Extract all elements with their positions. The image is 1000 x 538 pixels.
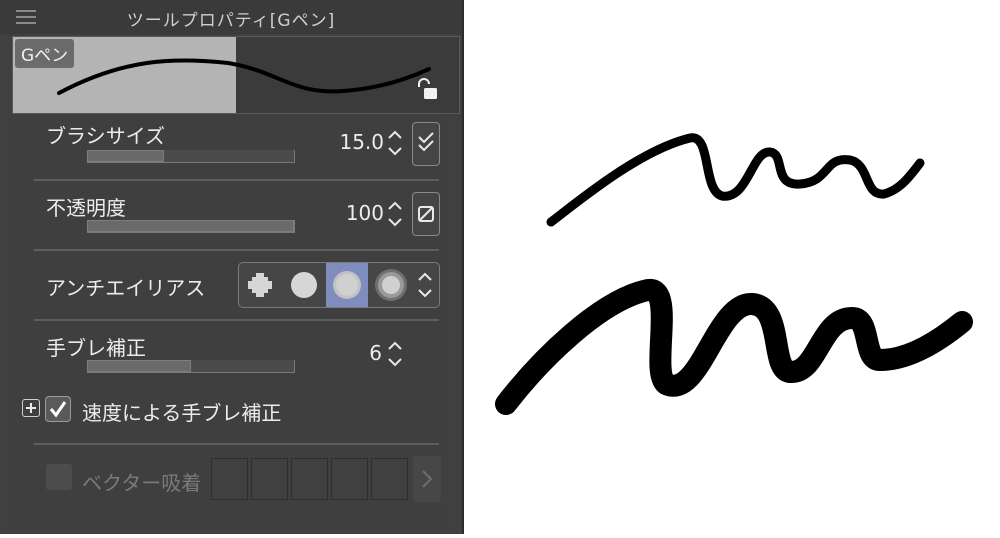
- thick-stroke: [495, 279, 973, 415]
- opacity-label: 不透明度: [46, 196, 126, 220]
- preview-stroke: [57, 58, 431, 95]
- brush-preview: Gペン: [12, 36, 460, 114]
- preview-tool-label: Gペン: [15, 39, 75, 68]
- panel-title: ツールプロパティ[Gペン]: [126, 11, 336, 31]
- drawing-canvas[interactable]: [464, 0, 1000, 534]
- panel-titlebar: ツールプロパティ[Gペン]: [0, 0, 462, 34]
- stabilization-value[interactable]: 6: [330, 341, 382, 365]
- antialias-strong-option[interactable]: [370, 263, 412, 307]
- stabilization-slider[interactable]: [87, 360, 295, 373]
- brush-size-slider-fill: [87, 150, 164, 162]
- vector-snap-next-button[interactable]: [413, 456, 441, 502]
- tool-property-panel: ツールプロパティ[Gペン] Gペン ブラシサイズ 15.0 不透明度 100 ア…: [0, 0, 464, 534]
- vector-snap-checkbox[interactable]: [46, 464, 72, 490]
- brush-size-value[interactable]: 15.0: [320, 130, 384, 154]
- checkmark-icon: [49, 401, 67, 418]
- stabilization-spinner-icon[interactable]: [387, 339, 403, 369]
- vector-snap-option[interactable]: [251, 458, 288, 500]
- speed-stabilization-label: 速度による手ブレ補正: [82, 401, 282, 425]
- vector-snap-option[interactable]: [211, 458, 248, 500]
- brush-strokes: [495, 133, 973, 415]
- antialias-none-icon: [248, 273, 272, 297]
- divider: [34, 249, 439, 251]
- vector-snap-option[interactable]: [331, 458, 368, 500]
- pressure-check-icon: [418, 132, 434, 152]
- size-pressure-button[interactable]: [412, 122, 440, 166]
- brush-size-slider[interactable]: [87, 150, 295, 163]
- opacity-value[interactable]: 100: [320, 201, 384, 225]
- expand-plus-icon[interactable]: [22, 399, 40, 417]
- vector-snap-option[interactable]: [371, 458, 408, 500]
- opacity-slider-fill: [87, 220, 294, 232]
- opacity-slider[interactable]: [87, 220, 295, 233]
- divider: [34, 179, 439, 181]
- antialias-medium-option[interactable]: [326, 263, 368, 307]
- vector-snap-option[interactable]: [291, 458, 328, 500]
- antialias-spinner-icon[interactable]: [417, 270, 433, 300]
- divider: [34, 443, 439, 445]
- antialias-weak-option[interactable]: [283, 263, 325, 307]
- lock-icon[interactable]: [415, 77, 439, 101]
- opacity-pressure-button[interactable]: [412, 192, 440, 236]
- stabilization-label: 手ブレ補正: [46, 336, 146, 360]
- antialias-medium-icon: [333, 271, 361, 299]
- no-pressure-icon: [418, 206, 434, 222]
- speed-stabilization-checkbox[interactable]: [45, 396, 71, 422]
- antialias-strong-icon: [375, 269, 407, 301]
- brush-size-spinner-icon[interactable]: [387, 128, 403, 158]
- vector-snap-label: ベクター吸着: [82, 471, 202, 495]
- thin-stroke: [546, 133, 925, 227]
- divider: [34, 319, 439, 321]
- chevron-right-icon: [422, 470, 433, 488]
- opacity-spinner-icon[interactable]: [387, 199, 403, 229]
- antialias-label: アンチエイリアス: [46, 276, 206, 300]
- plus-icon: [26, 403, 36, 413]
- antialias-none-option[interactable]: [239, 263, 281, 307]
- brush-size-label: ブラシサイズ: [46, 124, 165, 148]
- antialias-selector: [238, 262, 440, 308]
- stabilization-slider-fill: [87, 360, 191, 372]
- antialias-weak-icon: [291, 272, 317, 298]
